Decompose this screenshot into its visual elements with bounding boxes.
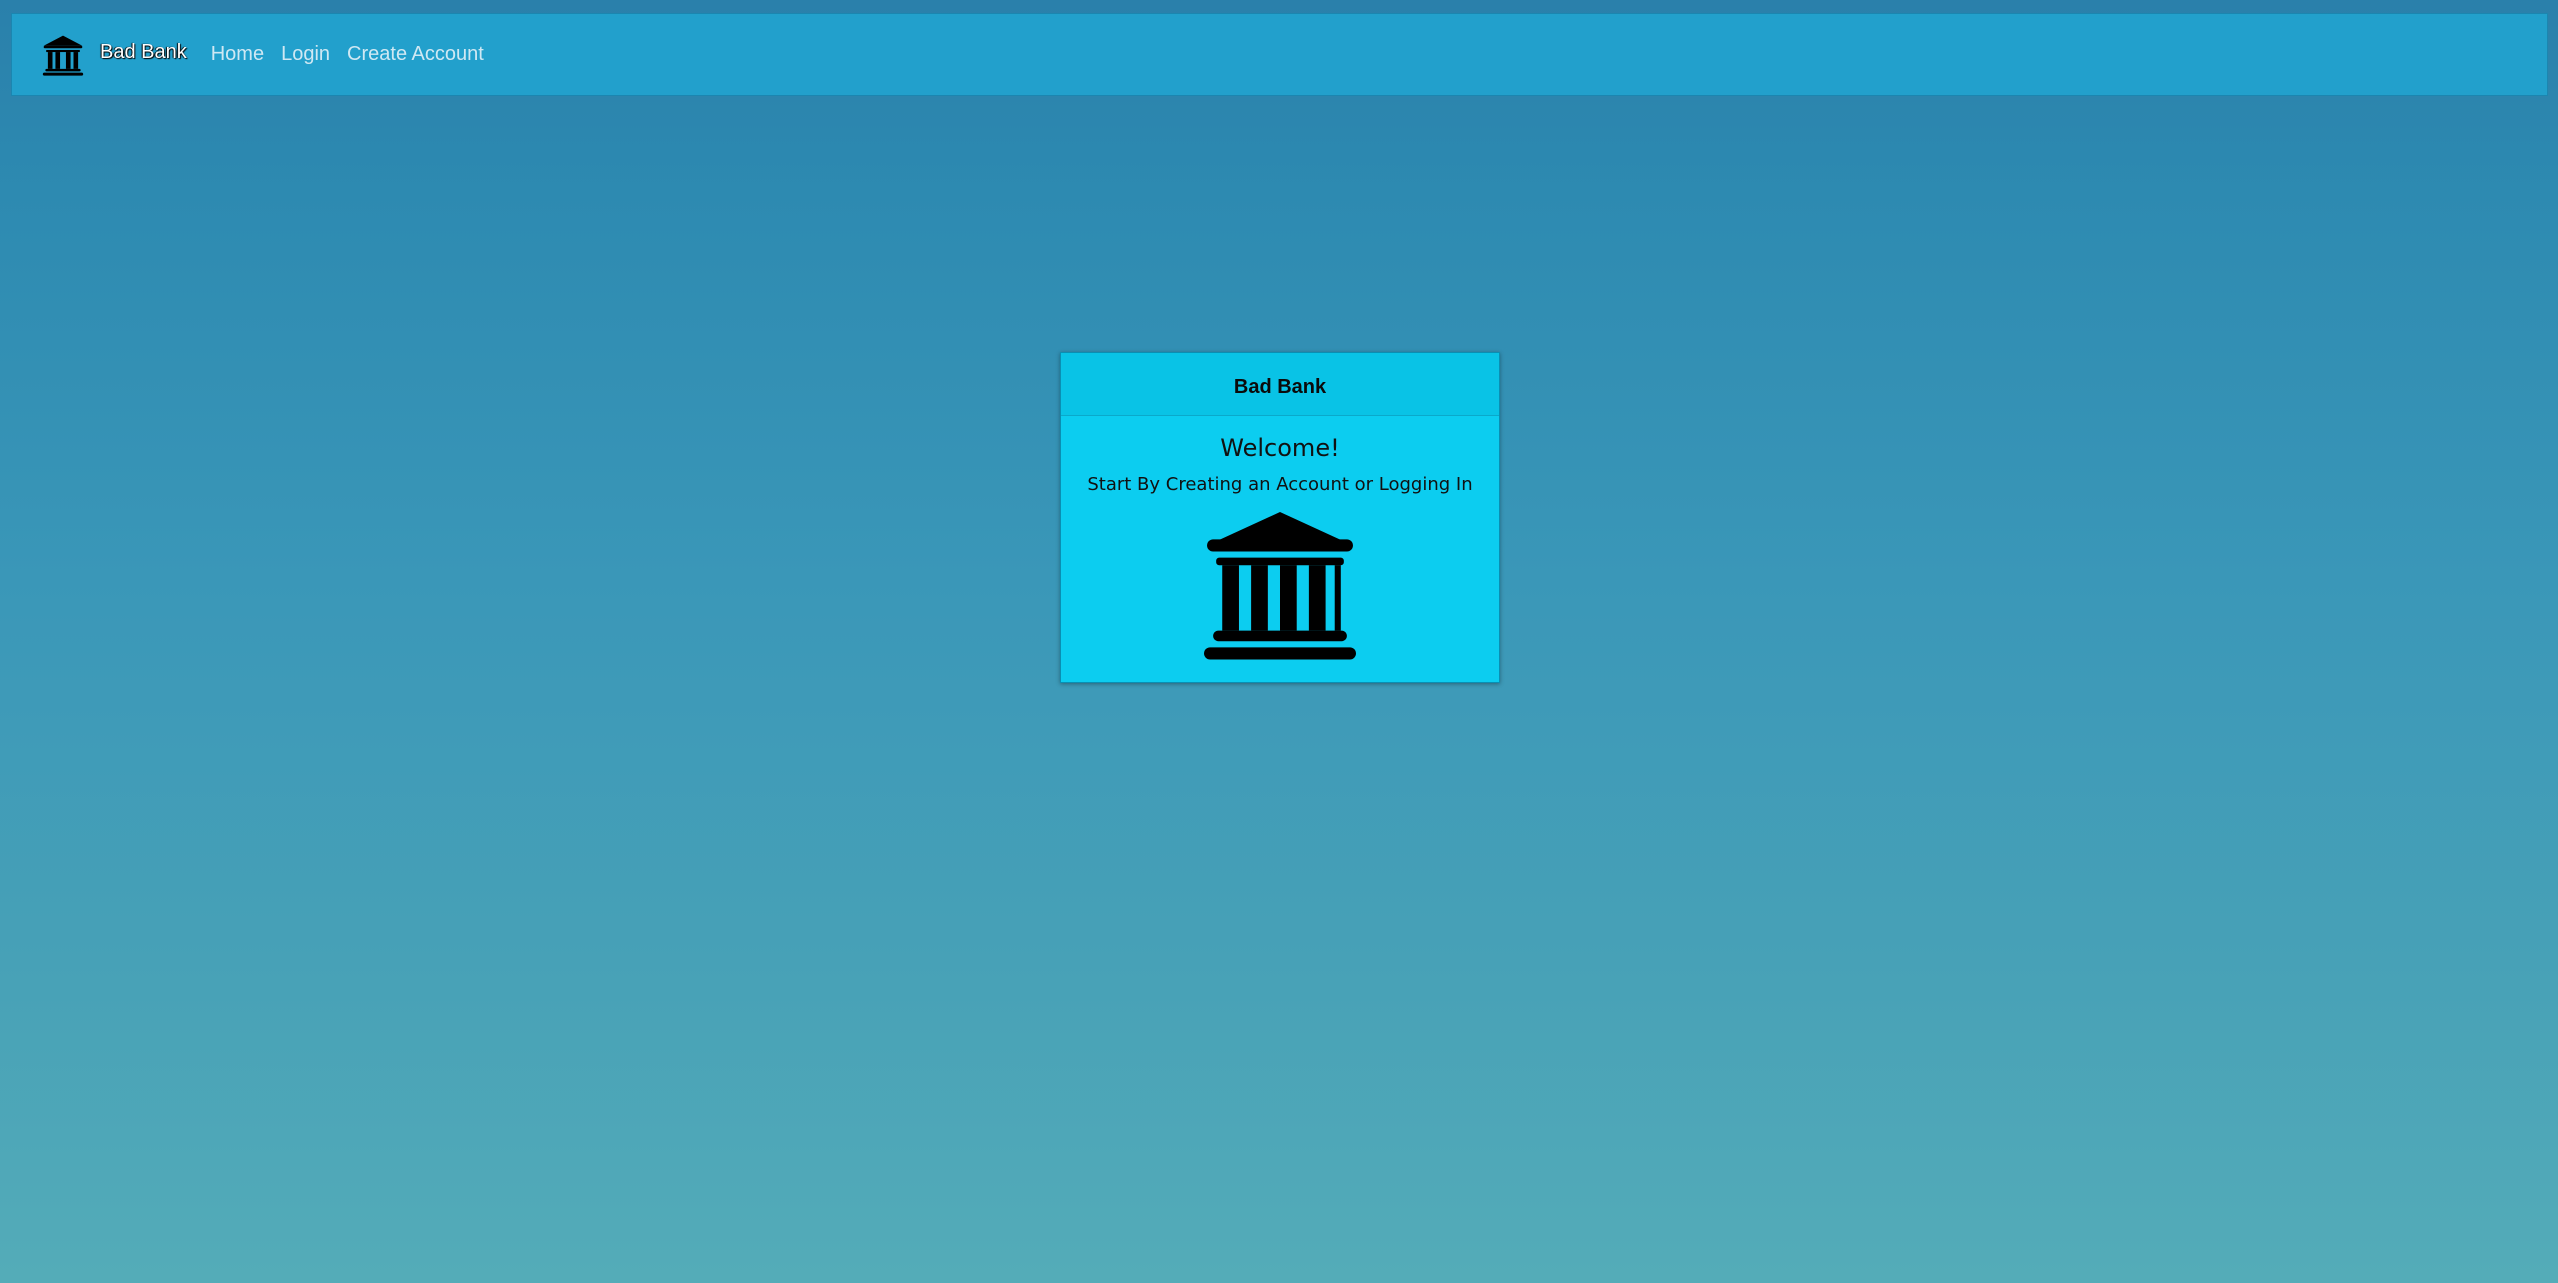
navbar-brand[interactable]: Bad Bank	[42, 34, 187, 76]
nav-link-login[interactable]: Login	[281, 43, 330, 66]
bank-icon	[42, 35, 84, 76]
nav-link-home[interactable]: Home	[211, 43, 264, 66]
card-title: Welcome!	[1220, 434, 1340, 462]
nav-link-create-account[interactable]: Create Account	[347, 43, 484, 66]
top-navbar: Bad Bank Home Login Create Account	[11, 13, 2548, 96]
bank-icon	[1204, 512, 1356, 660]
brand-label: Bad Bank	[100, 41, 187, 63]
card-body: Welcome! Start By Creating an Account or…	[1061, 434, 1499, 661]
welcome-card: Bad Bank Welcome! Start By Creating an A…	[1060, 352, 1500, 683]
card-header: Bad Bank	[1061, 353, 1499, 416]
nav-links: Home Login Create Account	[211, 43, 501, 66]
card-text: Start By Creating an Account or Logging …	[1087, 474, 1473, 495]
